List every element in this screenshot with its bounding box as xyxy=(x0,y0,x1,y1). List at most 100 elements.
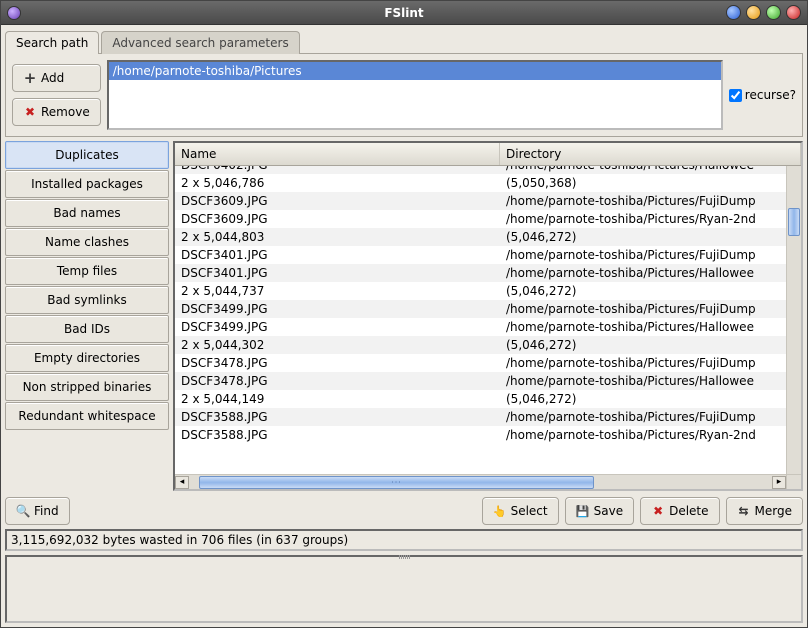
scroll-corner xyxy=(786,474,801,489)
window-button-3[interactable] xyxy=(766,5,781,20)
sidebar-item-bad-symlinks[interactable]: Bad symlinks xyxy=(5,286,169,314)
remove-button[interactable]: Remove xyxy=(12,98,101,126)
table-row[interactable]: DSCF0402.JPG/home/parnote-toshiba/Pictur… xyxy=(175,166,786,174)
cell-directory: /home/parnote-toshiba/Pictures/FujiDump xyxy=(500,302,786,316)
table-row[interactable]: DSCF3588.JPG/home/parnote-toshiba/Pictur… xyxy=(175,408,786,426)
sidebar-item-bad-ids[interactable]: Bad IDs xyxy=(5,315,169,343)
delete-icon xyxy=(651,504,665,518)
cell-directory: (5,046,272) xyxy=(500,392,786,406)
cell-name: DSCF0402.JPG xyxy=(175,166,500,172)
cell-directory: /home/parnote-toshiba/Pictures/Ryan-2nd xyxy=(500,212,786,226)
merge-button-label: Merge xyxy=(755,504,792,518)
sidebar-item-redundant-whitespace[interactable]: Redundant whitespace xyxy=(5,402,169,430)
window-close-button[interactable] xyxy=(786,5,801,20)
table-row[interactable]: DSCF3478.JPG/home/parnote-toshiba/Pictur… xyxy=(175,354,786,372)
table-row[interactable]: DSCF3499.JPG/home/parnote-toshiba/Pictur… xyxy=(175,318,786,336)
plus-icon xyxy=(23,71,37,85)
table-row[interactable]: 2 x 5,046,786(5,050,368) xyxy=(175,174,786,192)
client-area: Search path Advanced search parameters A… xyxy=(1,25,807,627)
cell-name: 2 x 5,044,149 xyxy=(175,392,500,406)
scroll-right-icon[interactable]: ▸ xyxy=(772,476,786,489)
cell-directory: /home/parnote-toshiba/Pictures/Ryan-2nd xyxy=(500,428,786,442)
cell-name: DSCF3609.JPG xyxy=(175,194,500,208)
table-row[interactable]: DSCF3401.JPG/home/parnote-toshiba/Pictur… xyxy=(175,264,786,282)
table-row[interactable]: DSCF3401.JPG/home/parnote-toshiba/Pictur… xyxy=(175,246,786,264)
app-window: FSlint Search path Advanced search param… xyxy=(0,0,808,628)
merge-button[interactable]: Merge xyxy=(726,497,803,525)
results-table: Name Directory DSCF0402.JPG/home/parnote… xyxy=(173,141,803,491)
column-name[interactable]: Name xyxy=(175,143,500,165)
sidebar-item-non-stripped-binaries[interactable]: Non stripped binaries xyxy=(5,373,169,401)
path-item[interactable]: /home/parnote-toshiba/Pictures xyxy=(109,62,721,80)
cell-name: DSCF3609.JPG xyxy=(175,212,500,226)
table-row[interactable]: DSCF3609.JPG/home/parnote-toshiba/Pictur… xyxy=(175,210,786,228)
select-button[interactable]: Select xyxy=(482,497,559,525)
delete-button[interactable]: Delete xyxy=(640,497,719,525)
cell-name: 2 x 5,044,803 xyxy=(175,230,500,244)
tab-search-path[interactable]: Search path xyxy=(5,31,99,54)
cell-name: DSCF3588.JPG xyxy=(175,410,500,424)
select-button-label: Select xyxy=(511,504,548,518)
horizontal-scroll-thumb[interactable]: ··· xyxy=(199,476,594,489)
vertical-scroll-thumb[interactable] xyxy=(788,208,800,236)
tabs: Search path Advanced search parameters xyxy=(5,27,803,53)
cell-directory: /home/parnote-toshiba/Pictures/Hallowee xyxy=(500,166,786,172)
table-row[interactable]: DSCF3588.JPG/home/parnote-toshiba/Pictur… xyxy=(175,426,786,444)
cell-directory: /home/parnote-toshiba/Pictures/Hallowee xyxy=(500,320,786,334)
table-row[interactable]: 2 x 5,044,803(5,046,272) xyxy=(175,228,786,246)
find-button[interactable]: Find xyxy=(5,497,70,525)
table-rows[interactable]: DSCF0402.JPG/home/parnote-toshiba/Pictur… xyxy=(175,166,786,474)
app-icon xyxy=(7,6,21,20)
vertical-scrollbar[interactable] xyxy=(786,166,801,474)
table-row[interactable]: 2 x 5,044,149(5,046,272) xyxy=(175,390,786,408)
pointer-icon xyxy=(493,504,507,518)
horizontal-scrollbar[interactable]: ◂ ··· ▸ xyxy=(175,474,786,489)
cell-directory: (5,046,272) xyxy=(500,284,786,298)
window-button-2[interactable] xyxy=(746,5,761,20)
sidebar-item-installed-packages[interactable]: Installed packages xyxy=(5,170,169,198)
sidebar: Duplicates Installed packages Bad names … xyxy=(5,141,169,491)
cell-directory: /home/parnote-toshiba/Pictures/FujiDump xyxy=(500,194,786,208)
cell-name: DSCF3478.JPG xyxy=(175,374,500,388)
path-list[interactable]: /home/parnote-toshiba/Pictures xyxy=(107,60,723,130)
table-row[interactable]: DSCF3609.JPG/home/parnote-toshiba/Pictur… xyxy=(175,192,786,210)
table-header: Name Directory xyxy=(175,143,801,166)
recurse-input[interactable] xyxy=(729,89,742,102)
save-button[interactable]: Save xyxy=(565,497,634,525)
cell-name: DSCF3588.JPG xyxy=(175,428,500,442)
cell-name: DSCF3499.JPG xyxy=(175,320,500,334)
sidebar-item-bad-names[interactable]: Bad names xyxy=(5,199,169,227)
window-button-1[interactable] xyxy=(726,5,741,20)
add-button-label: Add xyxy=(41,71,64,85)
cell-directory: /home/parnote-toshiba/Pictures/FujiDump xyxy=(500,356,786,370)
main-area: Duplicates Installed packages Bad names … xyxy=(5,141,803,491)
add-button[interactable]: Add xyxy=(12,64,101,92)
sidebar-item-name-clashes[interactable]: Name clashes xyxy=(5,228,169,256)
save-icon xyxy=(576,504,590,518)
window-title: FSlint xyxy=(384,6,423,20)
delete-button-label: Delete xyxy=(669,504,708,518)
tab-advanced[interactable]: Advanced search parameters xyxy=(101,31,299,54)
merge-icon xyxy=(737,504,751,518)
table-row[interactable]: 2 x 5,044,737(5,046,272) xyxy=(175,282,786,300)
recurse-checkbox[interactable]: recurse? xyxy=(729,88,796,102)
table-row[interactable]: 2 x 5,044,302(5,046,272) xyxy=(175,336,786,354)
pane-grip[interactable] xyxy=(384,555,424,559)
sidebar-item-temp-files[interactable]: Temp files xyxy=(5,257,169,285)
table-row[interactable]: DSCF3478.JPG/home/parnote-toshiba/Pictur… xyxy=(175,372,786,390)
titlebar[interactable]: FSlint xyxy=(1,1,807,25)
cell-name: 2 x 5,046,786 xyxy=(175,176,500,190)
cell-name: DSCF3478.JPG xyxy=(175,356,500,370)
sidebar-item-empty-directories[interactable]: Empty directories xyxy=(5,344,169,372)
cell-name: DSCF3401.JPG xyxy=(175,248,500,262)
column-directory[interactable]: Directory xyxy=(500,143,801,165)
sidebar-item-duplicates[interactable]: Duplicates xyxy=(5,141,169,169)
status-bar: 3,115,692,032 bytes wasted in 706 files … xyxy=(5,529,803,551)
cell-name: 2 x 5,044,302 xyxy=(175,338,500,352)
table-row[interactable]: DSCF3499.JPG/home/parnote-toshiba/Pictur… xyxy=(175,300,786,318)
action-bar: Find Select Save Delete Merge xyxy=(5,497,803,525)
cell-directory: /home/parnote-toshiba/Pictures/Hallowee xyxy=(500,374,786,388)
scroll-left-icon[interactable]: ◂ xyxy=(175,476,189,489)
find-button-label: Find xyxy=(34,504,59,518)
search-path-panel: Add Remove /home/parnote-toshiba/Picture… xyxy=(5,53,803,137)
